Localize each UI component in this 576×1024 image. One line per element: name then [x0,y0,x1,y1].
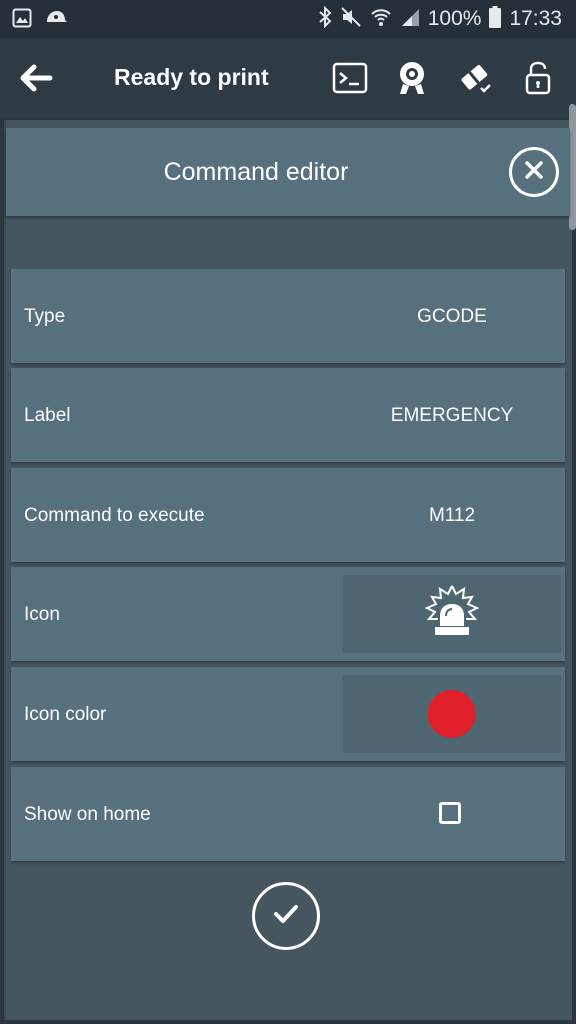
bluetooth-icon [318,5,332,33]
confirm-button[interactable] [252,882,320,950]
back-button[interactable] [16,58,56,98]
lock-icon [518,61,558,102]
app-bar: Ready to print [0,38,576,118]
type-value[interactable]: GCODE [343,306,561,328]
row-icon[interactable]: Icon [11,567,565,661]
row-label: Show on home [24,804,151,825]
label-value[interactable]: EMERGENCY [343,405,561,427]
row-label: Type [24,306,66,327]
check-icon [271,899,301,934]
battery-full-icon [489,5,502,33]
row-command[interactable]: Command to execute M112 [11,468,565,562]
dialog-header: Command editor [6,128,570,216]
row-show-on-home[interactable]: Show on home [11,767,565,861]
tool-check-icon [455,64,495,102]
cap-icon [44,8,68,33]
signal-icon [400,7,420,32]
row-label: Label [24,405,71,426]
dialog-title: Command editor [163,158,349,186]
show-on-home-checkbox[interactable] [439,802,461,824]
tool-check-button[interactable] [455,58,495,98]
lock-button[interactable] [518,58,558,98]
webcam-icon [392,62,432,102]
scrollbar[interactable] [569,104,576,230]
arrow-left-icon [16,64,56,102]
wifi-icon [370,6,392,33]
terminal-icon [330,62,370,102]
mute-icon [340,6,362,33]
icon-color-swatch [428,690,476,738]
battery-percent: 100% [427,7,482,30]
webcam-button[interactable] [392,58,432,98]
terminal-button[interactable] [330,58,370,98]
row-label: Icon color [24,704,107,725]
app-title: Ready to print [114,64,269,90]
status-bar: 100% 17:33 [0,0,576,38]
siren-icon [422,582,482,647]
row-label-field[interactable]: Label EMERGENCY [11,368,565,462]
close-button[interactable] [509,147,559,197]
icon-picker[interactable] [343,575,561,653]
row-label: Icon [24,604,60,625]
close-icon [524,160,544,185]
row-type[interactable]: Type GCODE [11,269,565,363]
clock-time: 17:33 [509,7,562,30]
row-label: Command to execute [24,505,205,526]
row-icon-color[interactable]: Icon color [11,667,565,761]
command-value[interactable]: M112 [343,505,561,527]
gallery-icon [12,8,32,33]
color-picker[interactable] [343,675,561,753]
